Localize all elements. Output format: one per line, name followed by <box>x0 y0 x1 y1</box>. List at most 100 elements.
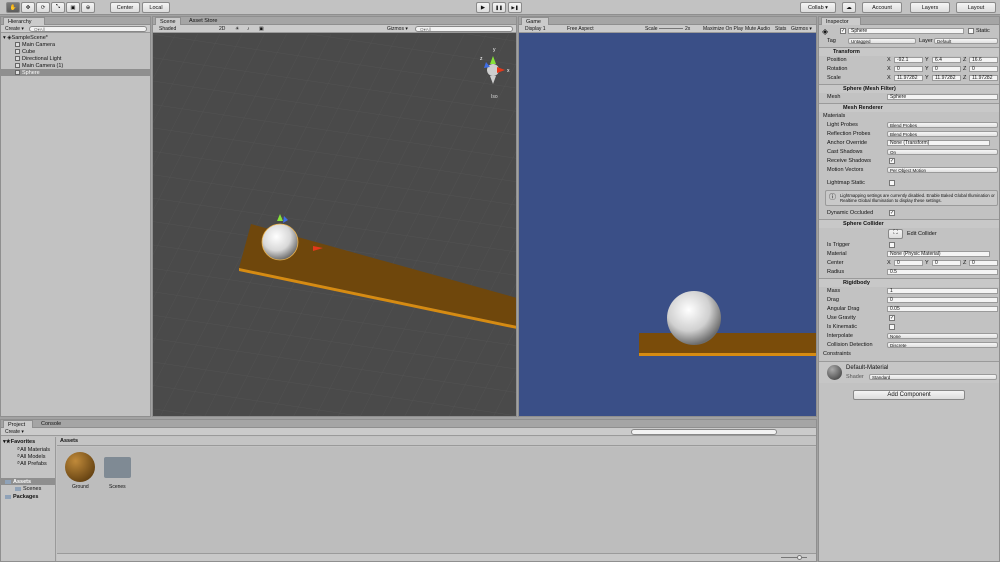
scene-lighting-icon[interactable]: ☀ <box>233 26 241 32</box>
scale-slider[interactable] <box>659 28 683 29</box>
display-dropdown[interactable]: Display 1 <box>523 26 548 32</box>
motion-vectors-dropdown[interactable]: Per Object Motion <box>887 167 998 173</box>
stats-toggle[interactable]: Stats <box>773 26 788 32</box>
account-dropdown[interactable]: Account <box>862 2 902 13</box>
mute-audio-toggle[interactable]: Mute Audio <box>743 26 772 32</box>
transform-header[interactable]: Transform <box>819 47 999 56</box>
tab-game[interactable]: Game <box>521 17 549 25</box>
tab-project[interactable]: Project <box>3 420 33 428</box>
shading-mode-dropdown[interactable]: Shaded <box>157 26 178 32</box>
collider-material-field[interactable]: None (Physic Material) <box>887 251 990 257</box>
sphere-scene-object[interactable] <box>261 223 299 261</box>
scene-viewport[interactable]: y x z Iso <box>153 34 516 416</box>
rigidbody-header[interactable]: Rigidbody <box>819 278 999 287</box>
center-x-field[interactable]: 0 <box>894 260 923 266</box>
active-checkbox[interactable]: ✓ <box>840 28 846 34</box>
constraints-foldout[interactable]: Constraints <box>823 351 851 357</box>
favorites-node[interactable]: ▾★ Favorites <box>1 438 55 445</box>
mesh-renderer-header[interactable]: Mesh Renderer <box>819 103 999 112</box>
projection-label[interactable]: Iso <box>491 94 498 100</box>
position-x-field[interactable]: -92.1 <box>894 57 923 63</box>
hierarchy-create-dropdown[interactable]: Create ▾ <box>3 26 26 32</box>
scene-effects-icon[interactable]: ▣ <box>257 26 266 32</box>
dynamic-occluded-checkbox[interactable]: ✓ <box>889 210 895 216</box>
rotation-x-field[interactable]: 0 <box>894 66 923 72</box>
interpolate-dropdown[interactable]: None <box>887 333 998 339</box>
radius-field[interactable]: 0.5 <box>887 269 998 275</box>
tab-console[interactable]: Console <box>37 420 69 428</box>
assets-node[interactable]: Assets <box>1 478 55 485</box>
collab-button[interactable]: Collab ▾ <box>800 2 836 13</box>
gameobject-name-field[interactable]: Sphere <box>848 28 964 34</box>
maximize-on-play-toggle[interactable]: Maximize On Play <box>701 26 745 32</box>
is-trigger-checkbox[interactable] <box>889 242 895 248</box>
2d-toggle[interactable]: 2D <box>217 26 227 32</box>
project-search-input[interactable] <box>631 429 777 435</box>
scene-audio-icon[interactable]: ♪ <box>245 26 252 32</box>
project-create-dropdown[interactable]: Create ▾ <box>3 429 26 435</box>
favorite-item[interactable]: ⌕ All Models <box>1 453 55 460</box>
static-checkbox[interactable] <box>968 28 974 34</box>
hand-tool-icon[interactable]: ✋ <box>6 2 20 13</box>
slider-thumb[interactable] <box>797 555 802 560</box>
favorite-item[interactable]: ⌕ All Materials <box>1 446 55 453</box>
materials-foldout[interactable]: Materials <box>823 113 845 119</box>
packages-node[interactable]: Packages <box>1 493 55 500</box>
tab-hierarchy[interactable]: Hierarchy <box>3 17 45 25</box>
scenes-folder-icon[interactable] <box>104 457 131 478</box>
play-button[interactable]: ▶ <box>476 2 490 13</box>
position-z-field[interactable]: 16.6 <box>969 57 998 63</box>
anchor-override-field[interactable]: None (Transform) <box>887 140 990 146</box>
tag-dropdown[interactable]: Untagged <box>848 38 916 44</box>
mesh-field[interactable]: Sphere <box>887 94 998 100</box>
game-viewport[interactable] <box>519 34 816 416</box>
center-z-field[interactable]: 0 <box>969 260 998 266</box>
step-button[interactable]: ▶❚ <box>508 2 522 13</box>
tab-asset-store[interactable]: Asset Store <box>185 17 225 25</box>
hierarchy-search-input[interactable]: Q▾All <box>29 26 147 32</box>
scale-tool-icon[interactable]: ⤡ <box>51 2 65 13</box>
lightmap-static-checkbox[interactable] <box>889 180 895 186</box>
game-gizmos-dropdown[interactable]: Gizmos ▾ <box>789 26 814 32</box>
ground-material-thumbnail[interactable] <box>65 452 95 482</box>
mesh-filter-header[interactable]: Sphere (Mesh Filter) <box>819 84 999 93</box>
hierarchy-item[interactable]: Main Camera <box>1 41 150 48</box>
scene-root[interactable]: ▾ ◈ SampleScene* <box>1 34 150 41</box>
rotation-y-field[interactable]: 0 <box>932 66 961 72</box>
scene-gizmos-dropdown[interactable]: Gizmos ▾ <box>385 26 410 32</box>
thumbnail-size-slider[interactable] <box>781 557 807 558</box>
hierarchy-item[interactable]: Cube <box>1 48 150 55</box>
use-gravity-checkbox[interactable]: ✓ <box>889 315 895 321</box>
scenes-node[interactable]: Scenes <box>1 485 55 492</box>
receive-shadows-checkbox[interactable]: ✓ <box>889 158 895 164</box>
hierarchy-item[interactable]: Directional Light <box>1 55 150 62</box>
rotate-tool-icon[interactable]: ⟳ <box>36 2 50 13</box>
pause-button[interactable]: ❚❚ <box>492 2 506 13</box>
collision-detection-dropdown[interactable]: Discrete <box>887 342 998 348</box>
position-y-field[interactable]: 6.4 <box>932 57 961 63</box>
aspect-dropdown[interactable]: Free Aspect <box>565 26 596 32</box>
reflection-probes-dropdown[interactable]: Blend Probes <box>887 131 998 137</box>
rect-tool-icon[interactable]: ▣ <box>66 2 80 13</box>
angular-drag-field[interactable]: 0.05 <box>887 306 998 312</box>
shader-dropdown[interactable]: Standard <box>869 374 997 380</box>
edit-collider-button[interactable]: ⛶ <box>888 229 903 239</box>
layers-dropdown[interactable]: Layers <box>910 2 950 13</box>
is-kinematic-checkbox[interactable] <box>889 324 895 330</box>
cloud-icon[interactable]: ☁ <box>842 2 856 13</box>
move-tool-icon[interactable]: ✥ <box>21 2 35 13</box>
drag-field[interactable]: 0 <box>887 297 998 303</box>
light-probes-dropdown[interactable]: Blend Probes <box>887 122 998 128</box>
sphere-collider-header[interactable]: Sphere Collider <box>819 219 999 228</box>
cast-shadows-dropdown[interactable]: On <box>887 149 998 155</box>
hierarchy-item[interactable]: Main Camera (1) <box>1 62 150 69</box>
mass-field[interactable]: 1 <box>887 288 998 294</box>
add-component-button[interactable]: Add Component <box>853 390 965 400</box>
scale-x-field[interactable]: 11.97282 <box>894 75 923 81</box>
scene-search-input[interactable]: Q▾All <box>415 26 513 32</box>
center-y-field[interactable]: 0 <box>932 260 961 266</box>
tab-inspector[interactable]: Inspector <box>821 17 861 25</box>
tab-scene[interactable]: Scene <box>155 17 181 25</box>
layer-dropdown[interactable]: Default <box>934 38 998 44</box>
rotation-z-field[interactable]: 0 <box>969 66 998 72</box>
